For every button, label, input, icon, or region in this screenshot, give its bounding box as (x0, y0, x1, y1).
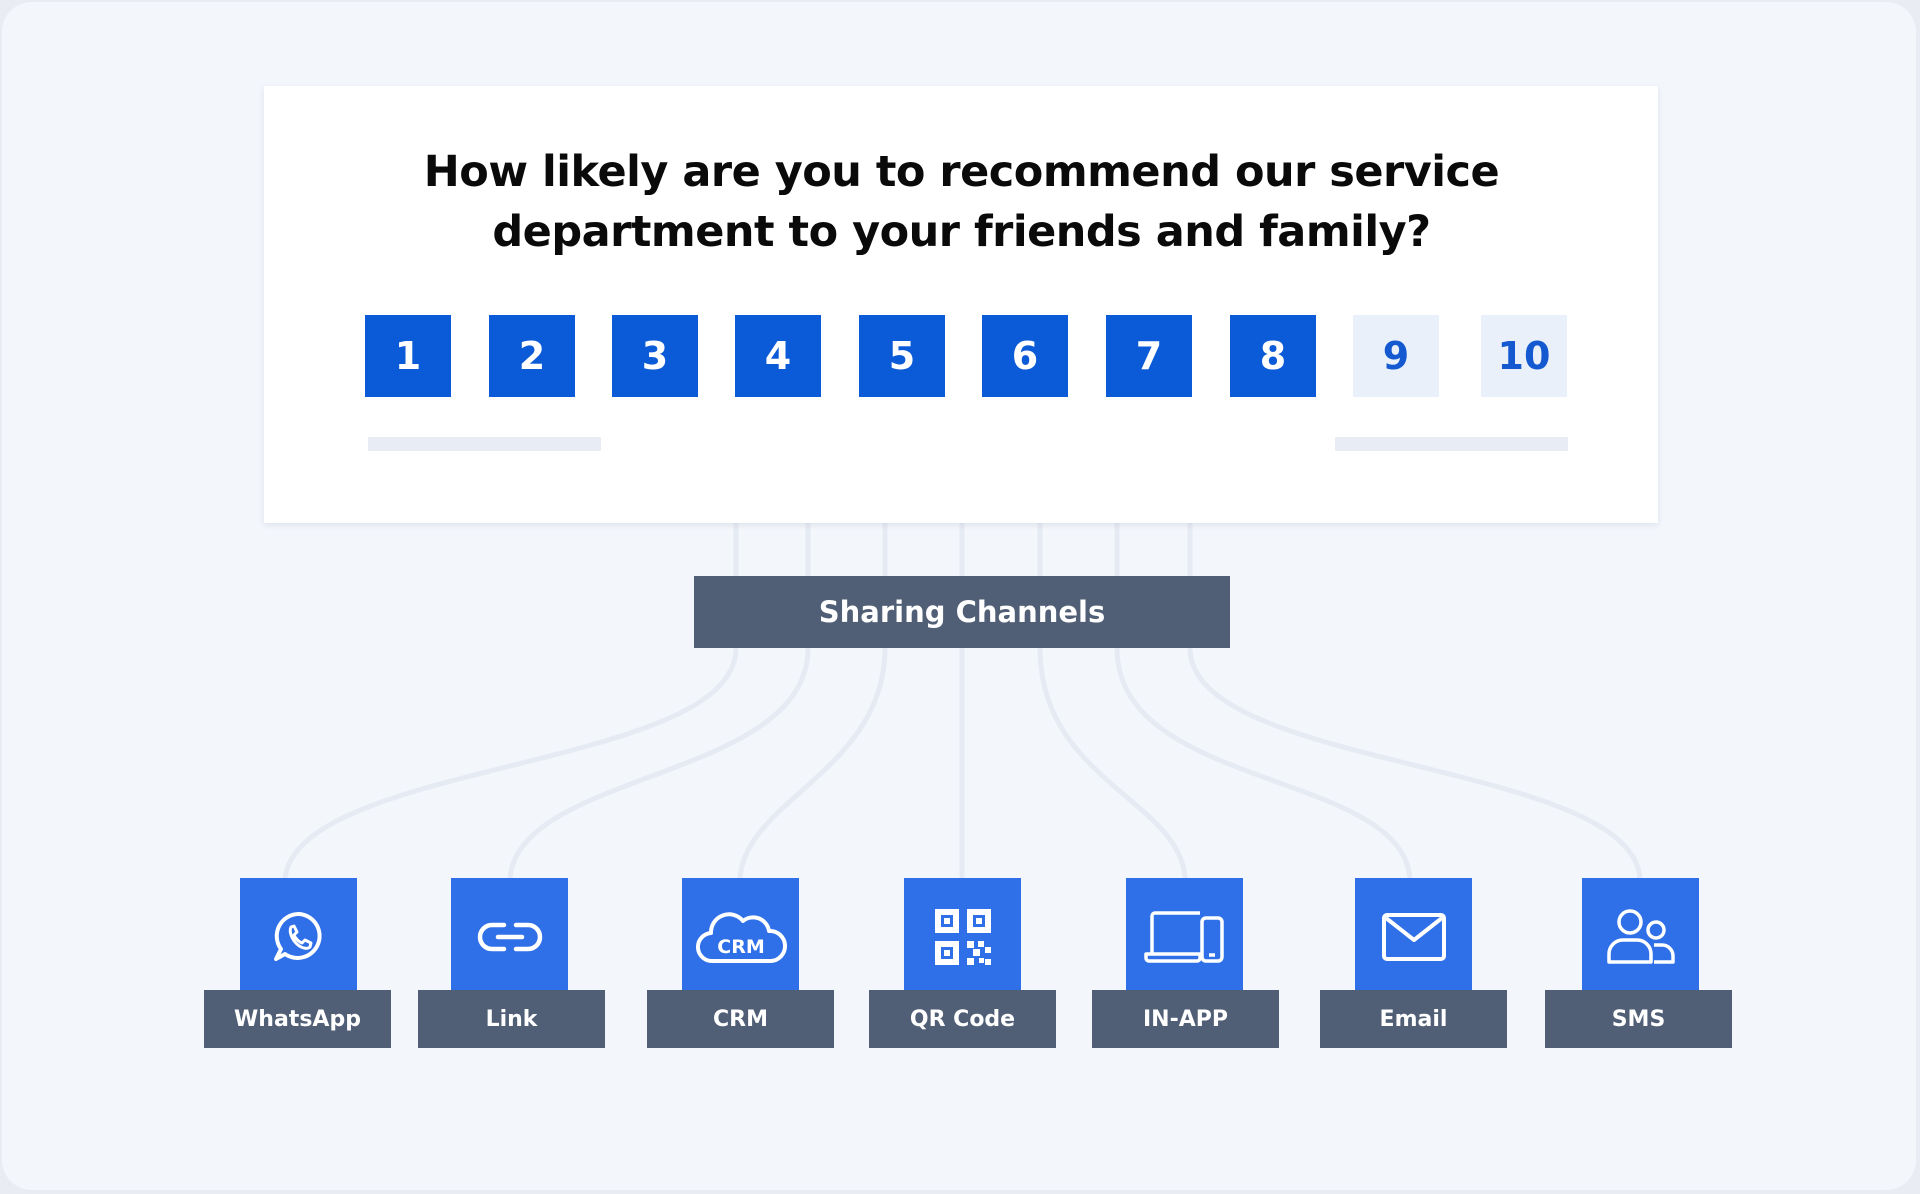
scale-right-placeholder-bar (1335, 437, 1568, 451)
survey-card: How likely are you to recommend our serv… (264, 86, 1658, 523)
channel-link-label: Link (418, 990, 605, 1048)
envelope-icon (1381, 912, 1446, 961)
link-icon (477, 922, 542, 951)
laptop-phone-icon (1143, 910, 1224, 963)
channel-sms[interactable]: SMS (1545, 878, 1732, 1048)
score-button-8[interactable]: 8 (1230, 315, 1316, 397)
channel-email[interactable]: Email (1320, 878, 1507, 1048)
channel-whatsapp[interactable]: WhatsApp (204, 878, 391, 1048)
channel-crm-tile: CRM (682, 878, 799, 995)
score-button-6[interactable]: 6 (982, 315, 1068, 397)
users-icon (1606, 908, 1675, 964)
crm-cloud-icon: CRM (695, 911, 787, 963)
channel-crm-label: CRM (647, 990, 834, 1048)
whatsapp-icon (273, 911, 322, 961)
channel-whatsapp-label: WhatsApp (204, 990, 391, 1048)
channel-in-app[interactable]: IN-APP (1092, 878, 1279, 1048)
score-button-4[interactable]: 4 (735, 315, 821, 397)
channel-email-tile (1355, 878, 1472, 995)
channel-qr-code-tile (904, 878, 1021, 995)
channel-sms-tile (1582, 878, 1699, 995)
channel-link[interactable]: Link (418, 878, 605, 1048)
score-button-7[interactable]: 7 (1106, 315, 1192, 397)
score-button-2[interactable]: 2 (489, 315, 575, 397)
channel-email-label: Email (1320, 990, 1507, 1048)
score-button-1[interactable]: 1 (365, 315, 451, 397)
channel-qr-code-label: QR Code (869, 990, 1056, 1048)
score-button-5[interactable]: 5 (859, 315, 945, 397)
channel-whatsapp-tile (240, 878, 357, 995)
sharing-channels-hub: Sharing Channels (694, 576, 1230, 648)
score-button-3[interactable]: 3 (612, 315, 698, 397)
score-button-9[interactable]: 9 (1353, 315, 1439, 397)
score-button-10[interactable]: 10 (1481, 315, 1567, 397)
channel-qr-code[interactable]: QR Code (869, 878, 1056, 1048)
channel-crm[interactable]: CRM CRM (647, 878, 834, 1048)
crm-icon-text: CRM (717, 936, 764, 958)
channel-sms-label: SMS (1545, 990, 1732, 1048)
survey-question: How likely are you to recommend our serv… (423, 147, 1500, 257)
qr-code-icon (934, 908, 991, 965)
channel-link-tile (451, 878, 568, 995)
channel-in-app-tile (1126, 878, 1243, 995)
channel-in-app-label: IN-APP (1092, 990, 1279, 1048)
scale-left-placeholder-bar (368, 437, 601, 451)
